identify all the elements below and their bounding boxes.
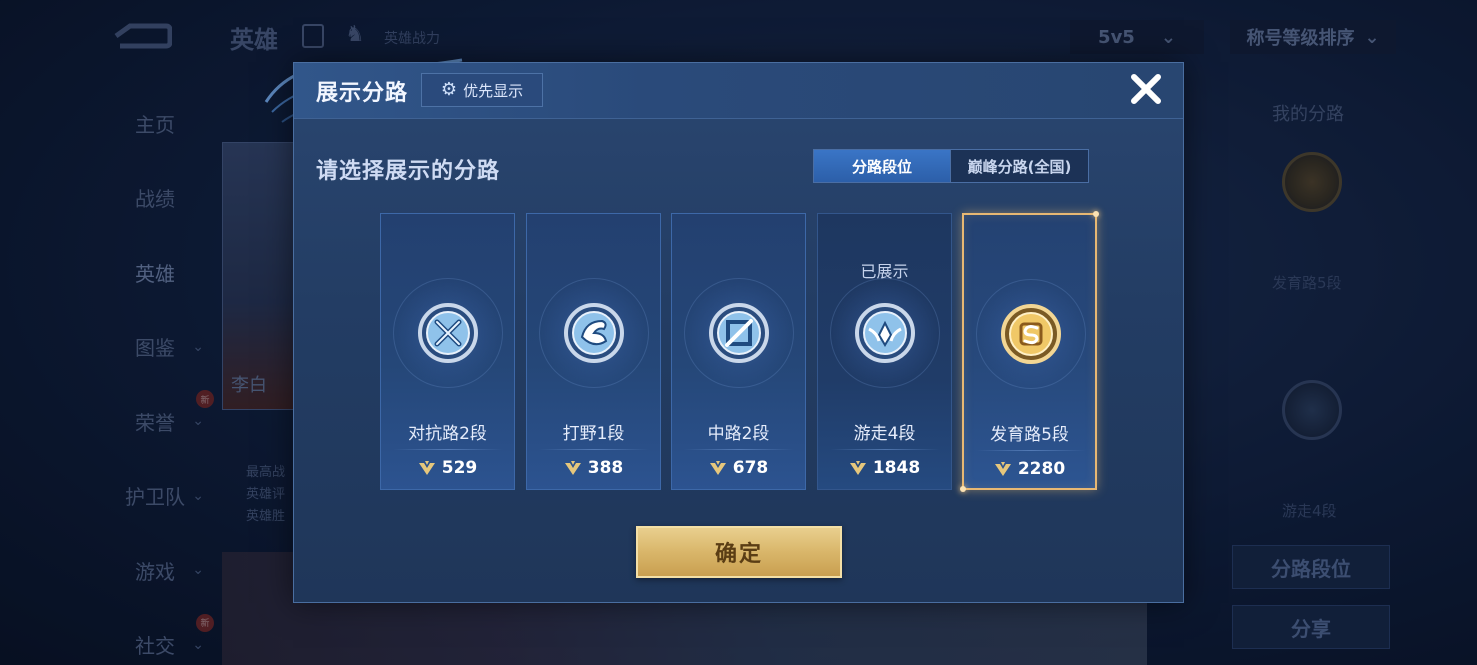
farm-lane-icon xyxy=(1001,304,1061,364)
divider xyxy=(976,450,1086,451)
power-score-icon xyxy=(418,461,435,475)
lane-score: 388 xyxy=(527,458,660,478)
lane-score: 529 xyxy=(381,458,514,478)
lane-tabs: 分路段位 巅峰分路(全国) xyxy=(813,149,1089,183)
lane-name: 游走4段 xyxy=(853,424,916,444)
lane-name: 对抗路2段 xyxy=(408,424,487,444)
mid-lane-icon xyxy=(709,303,769,363)
lane-name: 中路2段 xyxy=(707,424,770,444)
sparkle-icon xyxy=(960,486,966,492)
tab-peak-lane[interactable]: 巅峰分路(全国) xyxy=(951,149,1089,183)
lane-score: 678 xyxy=(672,458,805,478)
power-score-icon xyxy=(849,461,866,475)
lane-score: 2280 xyxy=(964,459,1095,479)
power-score-icon xyxy=(994,462,1011,476)
dialog-header: 展示分路 ⚙ 优先显示 xyxy=(294,63,1183,119)
power-score-icon xyxy=(709,461,726,475)
priority-display-button[interactable]: ⚙ 优先显示 xyxy=(421,73,543,107)
select-prompt: 请选择展示的分路 xyxy=(316,159,501,184)
lane-name: 打野1段 xyxy=(562,424,625,444)
lane-score-value: 678 xyxy=(732,458,769,478)
close-icon[interactable] xyxy=(1126,69,1166,109)
lane-score-value: 2280 xyxy=(1017,459,1066,479)
lane-score: 1848 xyxy=(818,458,951,478)
roam-icon xyxy=(855,303,915,363)
confirm-button[interactable]: 确定 xyxy=(636,526,842,578)
divider xyxy=(684,449,794,450)
lane-score-value: 529 xyxy=(441,458,478,478)
priority-display-label: 优先显示 xyxy=(463,81,524,100)
clash-lane-icon xyxy=(418,303,478,363)
lane-card-jungle[interactable]: 打野1段 388 xyxy=(526,213,661,490)
lane-card-clash[interactable]: 对抗路2段 529 xyxy=(380,213,515,490)
lane-score-value: 388 xyxy=(587,458,624,478)
tab-lane-rank[interactable]: 分路段位 xyxy=(813,149,951,183)
lane-score-value: 1848 xyxy=(872,458,921,478)
lane-card-farm[interactable]: 发育路5段 2280 xyxy=(960,211,1099,492)
gear-icon: ⚙ xyxy=(440,79,458,100)
dialog-title: 展示分路 xyxy=(316,81,409,106)
lane-name: 发育路5段 xyxy=(990,425,1069,445)
lane-card-mid[interactable]: 中路2段 678 xyxy=(671,213,806,490)
power-score-icon xyxy=(564,461,581,475)
divider xyxy=(830,449,940,450)
divider xyxy=(539,449,649,450)
jungle-icon xyxy=(564,303,624,363)
divider xyxy=(393,449,503,450)
lane-card-roam[interactable]: 已展示 游走4段 1848 xyxy=(817,213,952,490)
sparkle-icon xyxy=(1093,211,1099,217)
lane-display-dialog: 展示分路 ⚙ 优先显示 请选择展示的分路 分路段位 巅峰分路(全国) 对抗路2段 xyxy=(293,62,1184,603)
